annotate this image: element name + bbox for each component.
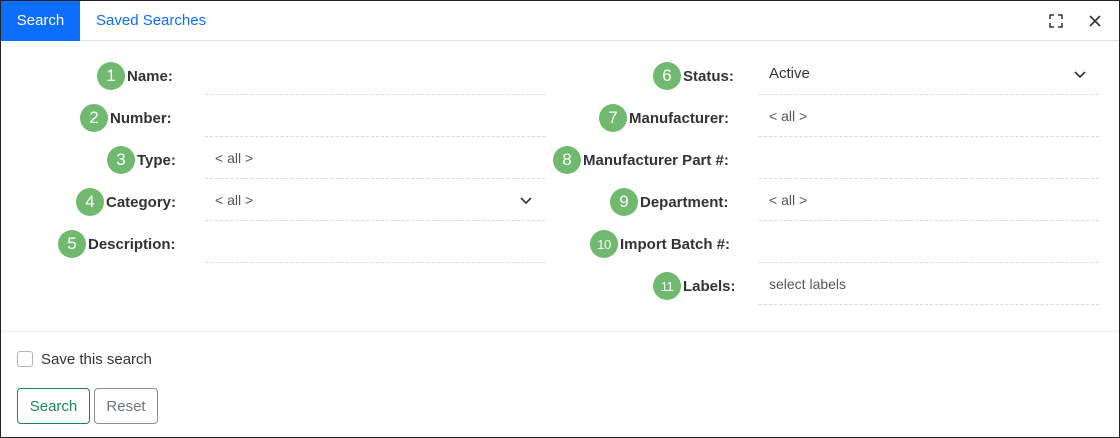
name-label: 1 Name: [97,62,173,90]
type-value: < all > [215,149,254,166]
manufacturer-part-label: 8 Manufacturer Part #: [553,146,729,174]
category-label: 4 Category: [76,188,177,216]
step-badge: 4 [76,188,104,216]
step-badge: 6 [653,62,681,90]
department-value: < all > [769,191,808,208]
type-label-text: Type: [137,151,176,169]
description-label-text: Description: [88,235,176,253]
status-label-text: Status: [683,67,734,85]
manufacturer-label: 7 Manufacturer: [599,104,730,132]
number-label-text: Number: [110,109,172,127]
manufacturer-value: < all > [769,107,808,124]
manufacturer-part-input[interactable] [759,137,1099,179]
chevron-down-icon [1074,71,1086,79]
save-search-row[interactable]: Save this search [17,350,152,368]
department-select[interactable]: < all > [759,179,1099,221]
import-batch-label-text: Import Batch #: [620,235,731,253]
labels-select[interactable]: select labels [759,263,1099,305]
labels-value: select labels [769,275,847,292]
import-batch-label: 10 Import Batch #: [590,230,731,258]
close-icon[interactable] [1086,12,1104,30]
description-label: 5 Description: [58,230,176,258]
manufacturer-label-text: Manufacturer: [629,109,730,127]
status-value: Active [769,65,810,82]
step-badge: 11 [653,272,681,300]
search-button[interactable]: Search [17,388,90,424]
expand-icon[interactable] [1047,12,1065,30]
step-badge: 1 [97,62,125,90]
step-badge: 3 [107,146,135,174]
tab-saved-searches[interactable]: Saved Searches [96,1,206,41]
step-badge: 8 [553,146,581,174]
save-search-checkbox[interactable] [17,351,33,367]
labels-label-text: Labels: [683,277,736,295]
number-label: 2 Number: [80,104,172,132]
step-badge: 5 [58,230,86,258]
save-search-label: Save this search [41,350,152,368]
step-badge: 2 [80,104,108,132]
step-badge: 10 [590,230,618,258]
manufacturer-select[interactable]: < all > [759,95,1099,137]
import-batch-input[interactable] [759,221,1099,263]
status-label: 6 Status: [653,62,734,90]
tab-search[interactable]: Search [1,1,80,41]
description-input[interactable] [205,221,545,263]
tab-bar: Search Saved Searches [1,1,1119,41]
category-label-text: Category: [106,193,177,211]
category-value: < all > [215,191,254,208]
type-select[interactable]: < all > [205,137,545,179]
manufacturer-part-label-text: Manufacturer Part #: [583,151,729,169]
name-label-text: Name: [127,67,173,85]
chevron-down-icon [520,197,532,205]
step-badge: 9 [610,188,638,216]
labels-label: 11 Labels: [653,272,736,300]
step-badge: 7 [599,104,627,132]
type-label: 3 Type: [107,146,176,174]
department-label-text: Department: [640,193,729,211]
department-label: 9 Department: [610,188,729,216]
divider [1,331,1119,332]
category-select[interactable]: < all > [205,179,545,221]
number-input[interactable] [205,95,545,137]
search-panel: Search Saved Searches 1 Name: 2 Number: … [0,0,1120,438]
status-select[interactable]: Active [759,53,1099,95]
name-input[interactable] [205,53,545,95]
reset-button[interactable]: Reset [94,388,158,424]
